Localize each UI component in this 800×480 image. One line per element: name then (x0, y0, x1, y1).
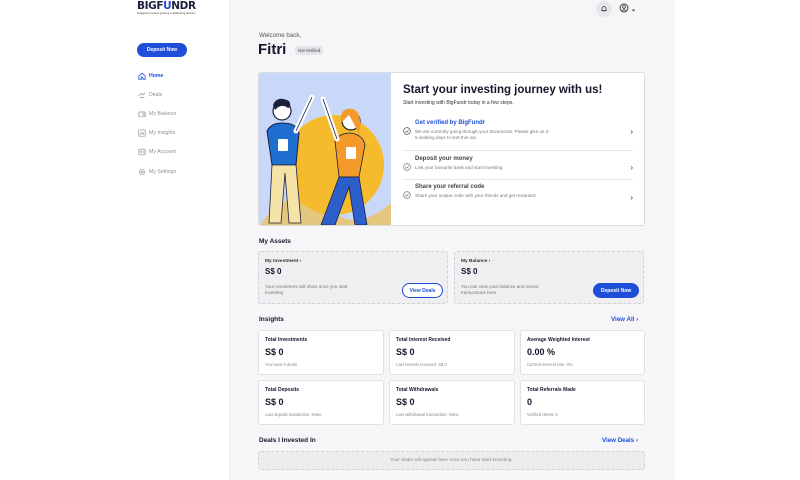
account-menu-button[interactable] (619, 3, 639, 15)
chevron-right-icon: › (636, 316, 639, 323)
chevron-down-icon (631, 0, 636, 18)
gear-icon (137, 167, 146, 176)
chevron-right-icon: › (630, 193, 633, 202)
divider (403, 179, 633, 180)
my-balance-card: My Balance › S$ 0 You can view your bala… (454, 251, 644, 304)
sidebar-item-my-balance[interactable]: My Balance (137, 104, 227, 123)
deals-empty-state: Your deals will appear here once you hav… (258, 451, 645, 470)
step-title: Get verified by BigFundr (415, 120, 486, 126)
insights-icon (137, 129, 146, 138)
sidebar-item-home[interactable]: Home (137, 66, 227, 85)
home-icon (137, 71, 146, 80)
sidebar-item-label: My Settings (149, 168, 177, 175)
wallet-icon (137, 109, 146, 118)
check-circle-icon (403, 158, 411, 171)
investment-description: Your investment will show once you start… (265, 284, 348, 295)
user-name: Fitri (258, 41, 287, 58)
balance-description: You can view your balance and recent tra… (461, 284, 539, 295)
sidebar-item-label: My Account (149, 149, 176, 156)
insights-title: Insights (259, 316, 284, 323)
check-circle-icon (403, 122, 411, 135)
insight-card-total-investments: Total Investments S$ 0 You have 0 deals (258, 330, 384, 375)
sidebar-deposit-button[interactable]: Deposit Now (137, 43, 187, 57)
logo-wordmark: BIGFUNDR (137, 0, 196, 12)
insight-label: Average Weighted Interest (527, 337, 590, 343)
view-deals-button[interactable]: View Deals (402, 283, 443, 298)
step-description: Share your unique code with your friends… (415, 193, 536, 198)
insight-value: S$ 0 (396, 347, 415, 357)
verification-status-badge: Not Verified (295, 46, 324, 55)
check-circle-icon (403, 186, 411, 199)
hero-subtitle: Start investing with BigFundr today in a… (403, 100, 514, 106)
logo-tagline: Singapore's fastest-growing crowdfunding… (137, 12, 196, 15)
sidebar-item-deals[interactable]: Deals (137, 85, 227, 104)
brand-logo[interactable]: BIGFUNDR Singapore's fastest-growing cro… (137, 1, 201, 17)
sidebar-item-my-account[interactable]: My Account (137, 143, 227, 162)
sidebar-item-my-settings[interactable]: My Settings (137, 162, 227, 181)
my-investment-link[interactable]: My Investment › (265, 259, 301, 264)
insight-description: Current interest rate: 0% (527, 362, 573, 367)
deals-invested-title: Deals I Invested In (259, 437, 316, 444)
step-share-referral[interactable]: Share your referral code Share your uniq… (403, 184, 633, 214)
insight-card-total-deposits: Total Deposits S$ 0 Last deposit transac… (258, 380, 384, 425)
step-description: We are currently going through your docu… (415, 129, 550, 140)
sidebar-nav: Home Deals My Balance My Insights My Acc… (137, 66, 227, 181)
sidebar: BIGFUNDR Singapore's fastest-growing cro… (0, 0, 228, 480)
insight-description: Verified Users: 0 (527, 412, 558, 417)
insight-description: Last interest received: S$ 0 (396, 362, 447, 367)
insight-card-average-weighted-interest: Average Weighted Interest 0.00 % Current… (520, 330, 645, 375)
sidebar-item-label: Deals (149, 91, 163, 98)
deals-icon (137, 90, 146, 99)
step-get-verified[interactable]: Get verified by BigFundr We are currentl… (403, 120, 633, 150)
chevron-right-icon: › (630, 163, 633, 172)
bell-icon (600, 0, 608, 18)
insight-value: S$ 0 (396, 397, 415, 407)
my-assets-title: My Assets (259, 238, 291, 245)
insight-card-total-interest: Total Interest Received S$ 0 Last intere… (389, 330, 515, 375)
divider (403, 150, 633, 151)
investment-value: S$ 0 (265, 267, 282, 276)
my-balance-link[interactable]: My Balance › (461, 259, 490, 264)
insight-label: Total Referrals Made (527, 387, 576, 393)
insight-label: Total Deposits (265, 387, 300, 393)
balance-value: S$ 0 (461, 267, 478, 276)
view-all-insights-link[interactable]: View All › (611, 316, 638, 323)
high-five-illustration (259, 73, 391, 225)
insight-description: Last deposit transaction: None (265, 412, 322, 417)
my-investment-card: My Investment › S$ 0 Your investment wil… (258, 251, 448, 304)
sidebar-item-label: My Insights (149, 130, 176, 137)
chevron-right-icon: › (488, 259, 491, 264)
chevron-right-icon: › (299, 259, 302, 264)
step-description: Link your favourite bank and start inves… (415, 165, 503, 170)
insight-label: Total Interest Received (396, 337, 451, 343)
insight-card-total-referrals: Total Referrals Made 0 Verified Users: 0 (520, 380, 645, 425)
insight-card-total-withdrawals: Total Withdrawals S$ 0 Last withdrawal t… (389, 380, 515, 425)
chevron-right-icon: › (630, 127, 633, 136)
sidebar-item-label: My Balance (149, 110, 177, 117)
insight-value: S$ 0 (265, 397, 284, 407)
step-deposit-money[interactable]: Deposit your money Link your favourite b… (403, 156, 633, 186)
step-title: Share your referral code (415, 184, 485, 190)
step-title: Deposit your money (415, 156, 473, 162)
insight-description: Last withdrawal transaction: None (396, 412, 459, 417)
welcome-text: Welcome back, (259, 32, 302, 39)
right-margin (675, 0, 800, 480)
sidebar-item-my-insights[interactable]: My Insights (137, 124, 227, 143)
chevron-right-icon: › (635, 437, 639, 444)
deposit-now-button[interactable]: Deposit Now (593, 283, 639, 298)
insight-value: 0 (527, 397, 533, 407)
view-deals-link[interactable]: View Deals › (602, 437, 638, 444)
hero-title: Start your investing journey with us! (403, 84, 603, 96)
insight-value: 0.00 % (527, 347, 556, 357)
notification-button[interactable] (596, 1, 612, 17)
insight-label: Total Investments (265, 337, 308, 343)
insight-value: S$ 0 (265, 347, 284, 357)
insight-description: You have 0 deals (265, 362, 297, 367)
insight-label: Total Withdrawals (396, 387, 439, 393)
sidebar-item-label: Home (149, 72, 164, 79)
account-icon (137, 148, 146, 157)
user-avatar-icon (619, 0, 629, 18)
